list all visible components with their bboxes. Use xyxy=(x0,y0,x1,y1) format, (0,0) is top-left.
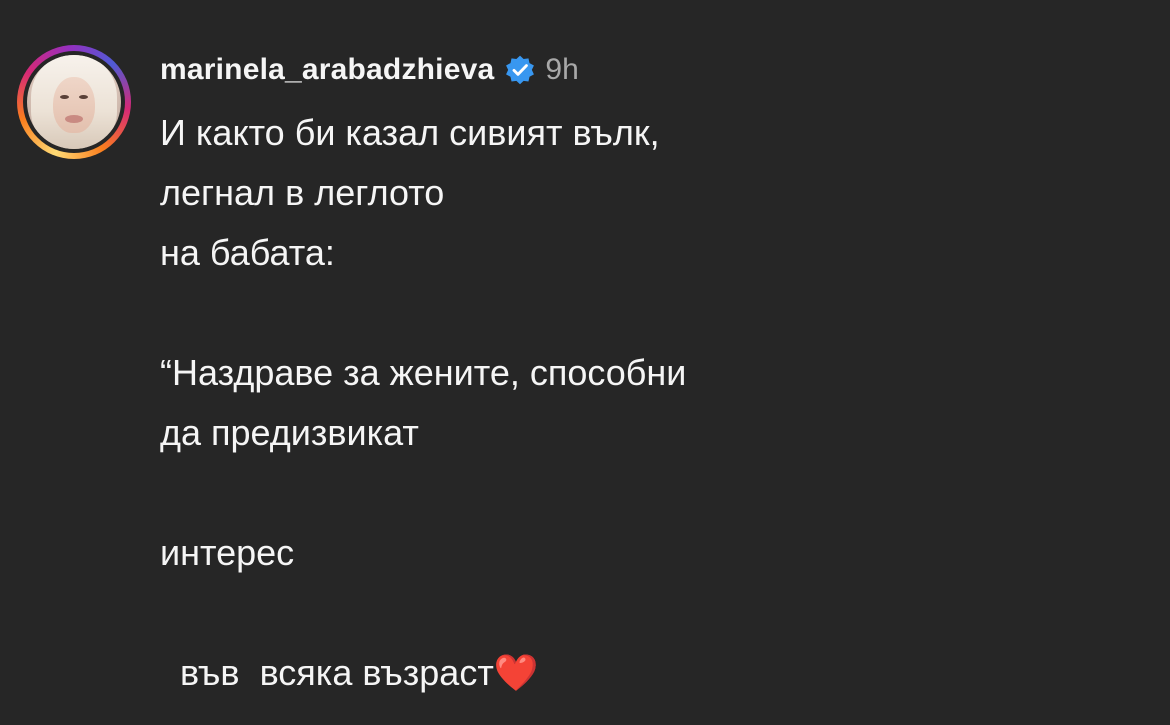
comment-line: интерес xyxy=(160,532,295,573)
heart-emoji-icon: ❤️ xyxy=(493,652,539,693)
comment-line: “Наздраве за жените, способни xyxy=(160,352,687,393)
avatar[interactable] xyxy=(27,55,121,149)
comment-line: на бабата: xyxy=(160,232,335,273)
comment-line: във всяка възраст xyxy=(160,652,494,693)
avatar-eye-right xyxy=(79,95,88,99)
comment-line xyxy=(160,463,1140,523)
comment-line: легнал в леглото xyxy=(160,172,445,213)
comment-line: И както би казал сивият вълк, xyxy=(160,112,660,153)
avatar-eye-left xyxy=(60,95,69,99)
avatar-face xyxy=(53,77,95,133)
username-link[interactable]: marinela_arabadzhieva xyxy=(160,53,494,87)
comment-line: да предизвикат xyxy=(160,412,419,453)
verified-badge-icon xyxy=(504,54,536,86)
comment-line xyxy=(160,583,1140,643)
comment-last-line: във всяка възраст❤️ xyxy=(160,643,1140,703)
comment-text: И както би казал сивият вълк, легнал в л… xyxy=(160,103,1140,703)
avatar-gap xyxy=(23,51,125,153)
comment-timestamp: 9h xyxy=(545,53,579,86)
avatar-lips xyxy=(65,115,83,123)
comment-header: marinela_arabadzhieva 9h xyxy=(160,48,579,92)
story-ring-avatar[interactable] xyxy=(17,45,131,159)
comment-line xyxy=(160,283,1140,343)
comment: marinela_arabadzhieva 9h И както би каза… xyxy=(0,0,1170,725)
